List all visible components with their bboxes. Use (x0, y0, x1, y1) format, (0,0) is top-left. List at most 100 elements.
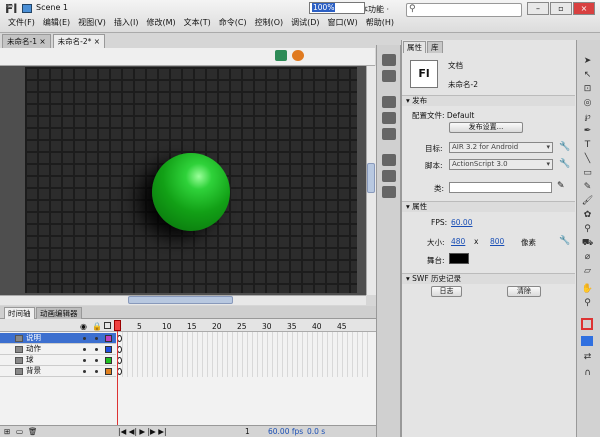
search-input[interactable] (406, 3, 522, 17)
new-layer-icon[interactable]: ⊞ (4, 426, 10, 437)
outline-icon[interactable] (104, 322, 111, 329)
lock-dot[interactable] (95, 337, 98, 340)
delete-layer-icon[interactable]: 🗑 (28, 426, 38, 437)
playhead[interactable] (117, 320, 118, 426)
log-button[interactable]: 日志 (431, 286, 462, 297)
wrench-icon[interactable]: 🔧 (559, 142, 570, 152)
menu-control[interactable]: 控制(O) (251, 17, 288, 29)
tab-properties[interactable]: 属性 (403, 41, 426, 53)
close-button[interactable]: × (573, 2, 595, 15)
pen-tool-icon[interactable]: ✒ (581, 126, 594, 137)
actions-panel-icon[interactable] (382, 170, 396, 182)
paint-bucket-tool-icon[interactable]: ⛟ (581, 238, 594, 249)
layer-row[interactable]: 背景 (0, 366, 116, 377)
wrench-icon[interactable]: 🔧 (559, 236, 570, 246)
tab-document-1[interactable]: 未命名-1 × (2, 34, 51, 48)
align-panel-icon[interactable] (382, 96, 396, 108)
width-value[interactable]: 480 (451, 237, 465, 246)
eye-icon[interactable]: ◉ (80, 322, 87, 331)
frame-rate[interactable]: 60.00 fps (268, 426, 303, 437)
layer-color-swatch[interactable] (105, 346, 112, 353)
layer-row[interactable]: 说明 (0, 333, 116, 344)
components-panel-icon[interactable] (382, 186, 396, 198)
new-folder-icon[interactable]: ▭ (16, 426, 23, 437)
visibility-dot[interactable] (83, 337, 86, 340)
swap-colors-icon[interactable]: ⇄ (581, 352, 594, 363)
playhead-marker[interactable] (114, 320, 121, 331)
code-snippets-icon[interactable] (382, 154, 396, 166)
swatches-panel-icon[interactable] (382, 70, 396, 82)
deco-tool-icon[interactable]: ✿ (581, 210, 594, 221)
publish-settings-button[interactable]: 发布设置... (449, 122, 523, 133)
fps-value[interactable]: 60.00 (451, 218, 472, 227)
menu-text[interactable]: 文本(T) (180, 17, 215, 29)
3d-rotation-tool-icon[interactable]: ◎ (581, 98, 594, 109)
visibility-dot[interactable] (83, 348, 86, 351)
zoom-select[interactable]: 100% (309, 2, 365, 14)
lock-dot[interactable] (95, 348, 98, 351)
back-arrow-icon[interactable]: ⇦ (6, 2, 14, 12)
layer-row[interactable]: 动作 (0, 344, 116, 355)
edit-scene-icon[interactable] (275, 50, 287, 61)
vertical-scroll-thumb[interactable] (367, 163, 375, 193)
lasso-tool-icon[interactable]: ℘ (581, 112, 594, 123)
menu-debug[interactable]: 调试(D) (287, 17, 323, 29)
frame-grid[interactable] (117, 332, 372, 377)
selection-tool-icon[interactable]: ➤ (581, 56, 594, 67)
lock-dot[interactable] (95, 359, 98, 362)
minimize-button[interactable]: – (527, 2, 549, 15)
lock-dot[interactable] (95, 370, 98, 373)
menu-modify[interactable]: 修改(M) (142, 17, 179, 29)
visibility-dot[interactable] (83, 370, 86, 373)
horizontal-scroll-thumb[interactable] (128, 296, 233, 304)
script-select[interactable]: ActionScript 3.0 ▾ (449, 159, 553, 170)
menu-help[interactable]: 帮助(H) (362, 17, 398, 29)
pencil-tool-icon[interactable]: ✎ (581, 182, 594, 193)
properties-section-header[interactable]: ▾ 属性 (402, 201, 575, 212)
publish-section-header[interactable]: ▾ 发布 (402, 95, 575, 106)
layer-color-swatch[interactable] (105, 357, 112, 364)
menu-insert[interactable]: 插入(I) (110, 17, 143, 29)
edit-symbol-icon[interactable] (292, 50, 304, 61)
stage-color-swatch[interactable] (449, 253, 469, 264)
snap-magnet-icon[interactable]: ∩ (581, 368, 594, 379)
bone-tool-icon[interactable]: ⚲ (581, 224, 594, 235)
visibility-dot[interactable] (83, 359, 86, 362)
tab-library[interactable]: 库 (427, 41, 443, 53)
brush-tool-icon[interactable]: 🖌 (581, 196, 594, 207)
swf-history-section-header[interactable]: ▾ SWF 历史记录 (402, 273, 575, 284)
menu-file[interactable]: 文件(F) (4, 17, 39, 29)
maximize-button[interactable]: ▫ (550, 2, 572, 15)
hand-tool-icon[interactable]: ✋ (581, 284, 594, 295)
fill-color-icon[interactable] (581, 336, 593, 346)
tab-document-2[interactable]: 未命名-2* × (52, 34, 106, 48)
target-select[interactable]: AIR 3.2 for Android ▾ (449, 142, 553, 153)
wrench-icon[interactable]: 🔧 (559, 159, 570, 169)
clear-button[interactable]: 清除 (507, 286, 541, 297)
class-input[interactable] (449, 182, 552, 193)
menu-view[interactable]: 视图(V) (74, 17, 110, 29)
menu-window[interactable]: 窗口(W) (324, 17, 362, 29)
color-panel-icon[interactable] (382, 54, 396, 66)
layer-color-swatch[interactable] (105, 335, 112, 342)
eraser-tool-icon[interactable]: ▱ (581, 266, 594, 277)
tab-motion-editor[interactable]: 动画编辑器 (36, 307, 82, 319)
menu-commands[interactable]: 命令(C) (215, 17, 251, 29)
line-tool-icon[interactable]: ╲ (581, 154, 594, 165)
text-tool-icon[interactable]: T (581, 140, 594, 151)
stroke-color-icon[interactable] (581, 318, 593, 330)
layer-row[interactable]: 球 (0, 355, 116, 366)
transform-panel-icon[interactable] (382, 128, 396, 140)
eyedropper-tool-icon[interactable]: ⌀ (581, 252, 594, 263)
subselection-tool-icon[interactable]: ↖ (581, 70, 594, 81)
free-transform-tool-icon[interactable]: ⊡ (581, 84, 594, 95)
menu-edit[interactable]: 编辑(E) (39, 17, 74, 29)
green-ball[interactable] (152, 153, 230, 231)
pencil-icon[interactable]: ✎ (557, 181, 565, 191)
rectangle-tool-icon[interactable]: ▭ (581, 168, 594, 179)
playback-controls[interactable]: |◀ ◀| ▶ |▶ ▶| (118, 426, 166, 437)
height-value[interactable]: 800 (490, 237, 504, 246)
layer-color-swatch[interactable] (105, 368, 112, 375)
lock-icon[interactable]: 🔒 (92, 322, 102, 331)
tab-timeline[interactable]: 时间轴 (4, 307, 35, 319)
